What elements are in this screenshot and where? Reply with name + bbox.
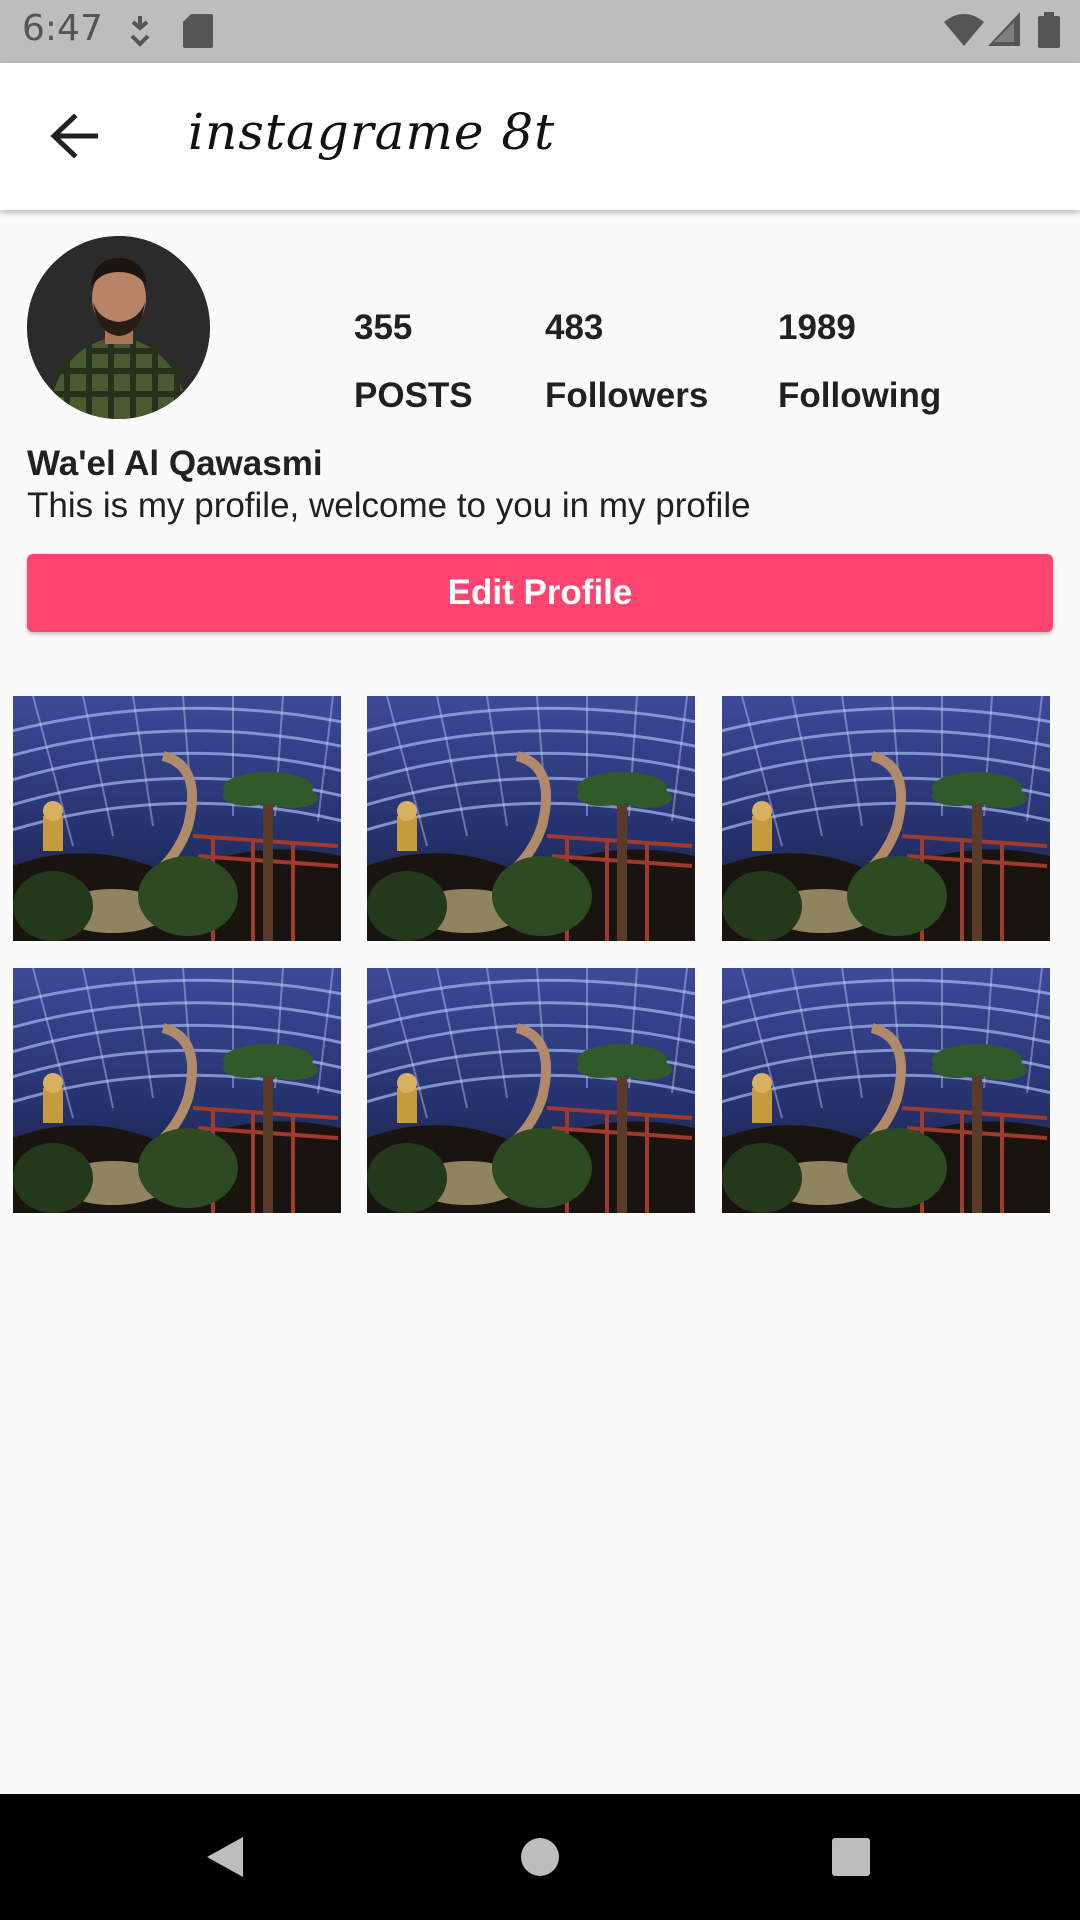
post-image — [722, 968, 1050, 1213]
post-image — [13, 696, 341, 941]
posts-label: POSTS — [354, 376, 473, 415]
post-thumbnail[interactable] — [367, 696, 695, 941]
nav-recents-button[interactable] — [818, 1824, 884, 1890]
navigation-bar — [0, 1794, 1080, 1920]
app-bar: instagrame 8t — [0, 63, 1080, 210]
post-thumbnail[interactable] — [367, 968, 695, 1213]
back-button[interactable] — [36, 98, 112, 174]
status-bar: 6:47 — [0, 0, 1080, 63]
arrow-back-icon — [50, 114, 98, 158]
signal-icon — [988, 12, 1020, 51]
followers-label: Followers — [545, 376, 709, 415]
profile-bio: This is my profile, welcome to you in my… — [27, 486, 751, 525]
post-image — [13, 968, 341, 1213]
back-triangle-icon — [207, 1837, 243, 1877]
stat-posts[interactable]: 355 POSTS — [354, 300, 473, 424]
wifi-icon — [944, 12, 984, 51]
stat-followers[interactable]: 483 Followers — [545, 300, 708, 424]
post-thumbnail[interactable] — [722, 968, 1050, 1213]
following-count: 1989 — [778, 308, 856, 347]
following-label: Following — [778, 376, 942, 415]
nav-home-button[interactable] — [507, 1824, 573, 1890]
post-image — [367, 968, 695, 1213]
post-image — [367, 696, 695, 941]
posts-count: 355 — [354, 308, 413, 347]
screen: 6:47 instagrame 8t 355 POSTS 483 Followe… — [0, 0, 1080, 1920]
edit-profile-button[interactable]: Edit Profile — [27, 554, 1053, 632]
download-icon — [128, 14, 152, 53]
home-circle-icon — [521, 1838, 559, 1876]
app-title: instagrame 8t — [188, 103, 556, 161]
stat-following[interactable]: 1989 Following — [778, 300, 941, 424]
post-thumbnail[interactable] — [13, 968, 341, 1213]
status-time: 6:47 — [22, 8, 103, 49]
followers-count: 483 — [545, 308, 604, 347]
avatar[interactable] — [27, 236, 210, 419]
post-thumbnail[interactable] — [722, 696, 1050, 941]
recents-square-icon — [832, 1838, 870, 1876]
nav-back-button[interactable] — [192, 1824, 258, 1890]
profile-photo — [27, 236, 210, 419]
profile-name: Wa'el Al Qawasmi — [27, 444, 323, 483]
post-image — [722, 696, 1050, 941]
post-thumbnail[interactable] — [13, 696, 341, 941]
sd-card-icon — [183, 14, 213, 53]
battery-icon — [1038, 12, 1060, 53]
